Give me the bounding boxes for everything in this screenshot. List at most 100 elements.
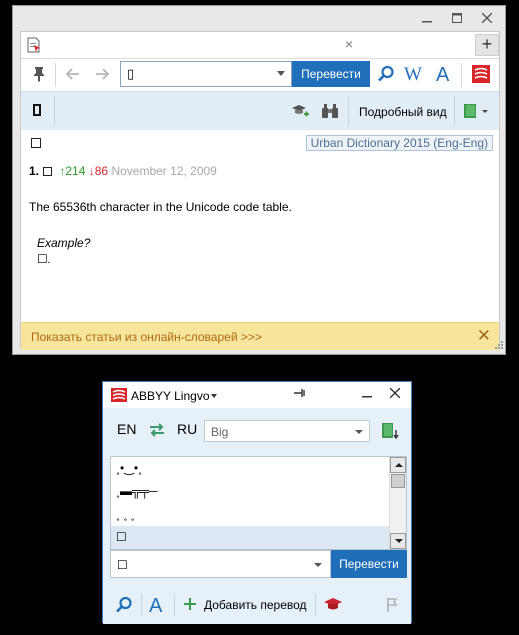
new-tab-button[interactable]: + <box>475 34 499 56</box>
search-input[interactable]: ▯ <box>120 61 292 87</box>
toolbar-separator <box>55 63 56 87</box>
pin-icon[interactable] <box>31 66 47 85</box>
mini-body: EN RU Big ˳•‿•˳ ˳▬╦╤─ ˳ ˳ ˳ ☐ ☐ Перевест… <box>103 408 411 624</box>
close-icon <box>482 13 492 23</box>
pin-icon[interactable] <box>293 386 307 403</box>
main-window: × + ▯ Перевести W A Подробный вид Urban … <box>12 5 506 355</box>
graduation-cap-icon[interactable] <box>323 597 343 616</box>
dictionary-name-label[interactable]: Urban Dictionary 2015 (Eng-Eng) <box>305 135 493 151</box>
headword-glyph-button[interactable] <box>33 104 41 116</box>
swap-icon[interactable] <box>148 422 166 441</box>
toolbar-separator <box>454 96 455 126</box>
graduation-cap-plus-icon[interactable] <box>291 103 309 122</box>
article-content: Urban Dictionary 2015 (Eng-Eng) 1. ↑214 … <box>21 131 499 321</box>
minimize-icon <box>422 21 432 23</box>
mini-search-input[interactable]: ☐ <box>110 550 331 578</box>
svg-text:A: A <box>436 64 450 84</box>
online-dictionaries-bar: Показать статьи из онлайн-словарей >>> ✕ <box>21 322 499 350</box>
mini-lingvo-window: ABBYY Lingvo EN RU Big ˳•‿•˳ ˳▬╦╤─ ˳ ˳ ˳… <box>102 381 412 624</box>
svg-text:A: A <box>149 595 163 615</box>
tab-bar: × + <box>21 32 499 57</box>
show-online-articles-link[interactable]: Показать статьи из онлайн-словарей >>> <box>31 330 262 344</box>
minimize-icon <box>362 396 372 398</box>
list-item[interactable]: ˳ ˳ ˳ <box>111 503 390 526</box>
add-translation-button[interactable]: Добавить перевод <box>204 598 307 612</box>
binoculars-icon[interactable] <box>321 103 339 122</box>
dictionary-select-value: Big <box>211 425 229 439</box>
chevron-down-icon[interactable] <box>277 71 285 76</box>
source-language[interactable]: EN <box>117 421 136 437</box>
chevron-down-icon[interactable] <box>211 394 217 398</box>
book-icon[interactable] <box>463 103 489 122</box>
toolbar-separator <box>141 594 142 616</box>
upvotes-count: ↑214 <box>59 164 86 178</box>
maximize-icon <box>452 13 462 23</box>
flag-icon[interactable] <box>386 597 398 616</box>
view-mode-label[interactable]: Подробный вид <box>359 105 447 119</box>
mini-caption-buttons <box>353 383 409 403</box>
mini-toolbar: A Добавить перевод <box>103 586 411 624</box>
toolbar-separator <box>315 594 316 616</box>
toolbar-separator <box>461 63 462 87</box>
lingvo-logo-icon <box>111 388 127 405</box>
minimize-button[interactable] <box>412 8 442 28</box>
entry-header: 1. ↑214 ↓86 November 12, 2009 <box>29 164 217 178</box>
close-icon <box>390 388 400 398</box>
example-label: Example? <box>37 236 91 250</box>
scroll-up-button[interactable] <box>390 457 406 473</box>
example-text: ☐. <box>37 252 52 266</box>
app-title[interactable]: ABBYY Lingvo <box>131 389 210 403</box>
forward-icon[interactable] <box>94 66 110 85</box>
translate-button[interactable]: Перевести <box>292 61 370 87</box>
list-scrollbar[interactable] <box>389 457 406 549</box>
target-language[interactable]: RU <box>177 421 197 437</box>
main-content-panel: × + ▯ Перевести W A Подробный вид Urban … <box>20 31 500 350</box>
lingvo-logo-icon[interactable] <box>472 65 490 86</box>
document-tab-icon[interactable] <box>27 37 41 56</box>
chevron-down-icon[interactable] <box>314 563 322 567</box>
chevron-up-icon <box>395 463 403 467</box>
search-icon[interactable] <box>377 65 395 86</box>
mini-title-bar: ABBYY Lingvo <box>103 382 411 408</box>
window-caption-buttons <box>412 8 502 28</box>
toolbar-separator <box>54 96 55 126</box>
back-icon[interactable] <box>65 66 81 85</box>
wikipedia-icon[interactable]: W <box>403 63 425 86</box>
search-icon[interactable] <box>115 596 133 617</box>
list-item[interactable]: ˳▬╦╤─ <box>111 480 390 503</box>
mini-translate-button[interactable]: Перевести <box>331 550 407 578</box>
entry-headword-glyph <box>43 167 53 176</box>
language-bar: EN RU Big <box>103 416 411 444</box>
definition-text: The 65536th character in the Unicode cod… <box>29 200 292 214</box>
chevron-down-icon <box>355 430 363 434</box>
entry-number: 1. <box>29 164 40 178</box>
font-icon[interactable]: A <box>435 62 453 87</box>
dictionary-book-icon[interactable] <box>381 422 401 443</box>
online-bar-close-button[interactable]: ✕ <box>477 326 491 346</box>
headword <box>31 138 41 148</box>
resize-grip-icon[interactable] <box>495 338 503 352</box>
toolbar-separator <box>348 96 349 126</box>
word-list: ˳•‿•˳ ˳▬╦╤─ ˳ ˳ ˳ ☐ <box>110 456 407 550</box>
svg-text:W: W <box>404 64 422 83</box>
close-window-button[interactable] <box>381 383 409 403</box>
scroll-down-button[interactable] <box>390 533 406 549</box>
font-icon[interactable]: A <box>148 593 166 618</box>
search-input-value: ▯ <box>127 66 135 81</box>
entry-date: November 12, 2009 <box>111 164 217 178</box>
plus-icon[interactable] <box>183 597 197 614</box>
chevron-down-icon <box>395 539 403 543</box>
list-item[interactable]: ˳•‿•˳ <box>111 457 390 480</box>
scroll-thumb[interactable] <box>391 474 405 488</box>
maximize-button[interactable] <box>442 8 472 28</box>
minimize-button[interactable] <box>353 383 381 403</box>
close-window-button[interactable] <box>472 8 502 28</box>
dictionary-select[interactable]: Big <box>204 420 370 442</box>
mini-search-value: ☐ <box>117 558 128 572</box>
main-toolbar: ▯ Перевести W A <box>21 58 499 90</box>
list-item-selected[interactable]: ☐ <box>111 526 390 549</box>
article-toolbar: Подробный вид <box>21 91 499 130</box>
tab-close-button[interactable]: × <box>345 37 353 51</box>
toolbar-separator <box>174 594 175 616</box>
downvotes-count: ↓86 <box>88 164 109 178</box>
